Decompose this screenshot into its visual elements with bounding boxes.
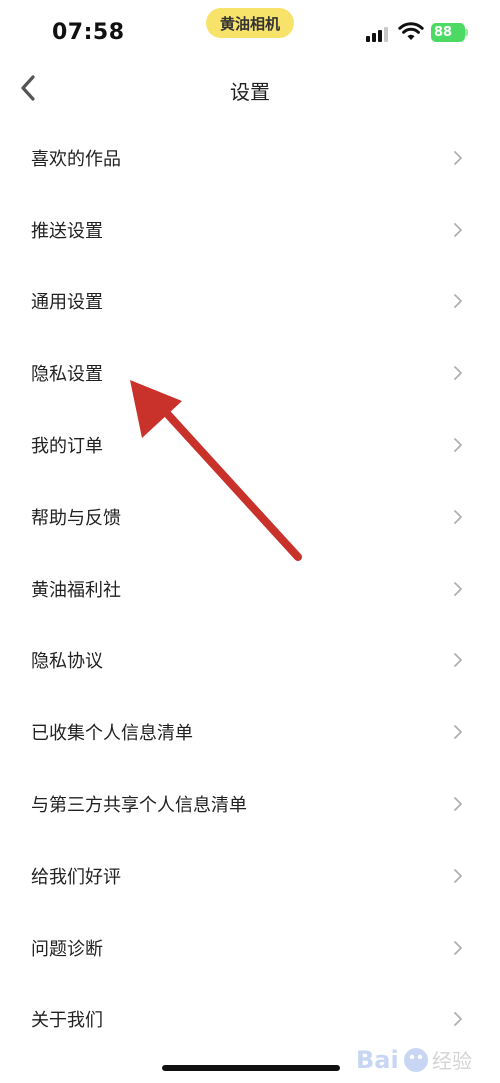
status-time: 07:58 — [52, 20, 125, 45]
settings-item-label: 已收集个人信息清单 — [31, 723, 193, 745]
settings-item-welfare[interactable]: 黄油福利社 — [0, 553, 500, 625]
settings-item-label: 我的订单 — [31, 436, 103, 458]
wifi-icon — [398, 22, 424, 40]
settings-item-label: 推送设置 — [31, 220, 103, 242]
chevron-right-icon — [454, 868, 462, 883]
svg-text:Bai: Bai — [356, 1046, 399, 1074]
settings-item-label: 通用设置 — [31, 292, 103, 314]
cellular-signal-icon — [366, 26, 392, 42]
settings-item-general[interactable]: 通用设置 — [0, 266, 500, 338]
settings-item-rate-us[interactable]: 给我们好评 — [0, 840, 500, 912]
chevron-right-icon — [454, 509, 462, 524]
settings-item-label: 喜欢的作品 — [31, 148, 121, 170]
chevron-right-icon — [454, 150, 462, 165]
chevron-right-icon — [454, 797, 462, 811]
page-title: 设置 — [230, 80, 270, 104]
chevron-right-icon — [454, 940, 462, 955]
settings-list: 喜欢的作品 推送设置 通用设置 隐私设置 我的订单 帮助与反馈 黄油福利社 隐私… — [0, 122, 500, 1055]
settings-item-privacy[interactable]: 隐私设置 — [0, 337, 500, 409]
navigation-bar: 设置 — [0, 62, 500, 116]
settings-item-collected-info[interactable]: 已收集个人信息清单 — [0, 696, 500, 768]
battery-level: 88 — [434, 25, 453, 40]
settings-item-label: 与第三方共享个人信息清单 — [31, 795, 247, 817]
chevron-right-icon — [454, 1012, 462, 1027]
svg-text:经验: 经验 — [432, 1049, 472, 1073]
status-bar: 07:58 黄油相机 88 — [0, 0, 500, 62]
baidu-watermark-icon: Bai 经验 — [356, 1046, 472, 1074]
app-indicator-pill[interactable]: 黄油相机 — [206, 8, 294, 38]
settings-item-diagnostics[interactable]: 问题诊断 — [0, 912, 500, 984]
battery-tip — [465, 29, 468, 36]
chevron-right-icon — [454, 294, 462, 309]
settings-item-third-party-info[interactable]: 与第三方共享个人信息清单 — [0, 768, 500, 840]
settings-item-label: 帮助与反馈 — [31, 507, 121, 529]
settings-item-label: 黄油福利社 — [31, 579, 121, 601]
settings-screen: 07:58 黄油相机 88 设置 喜欢的作品 推送设置 通用设置 隐私设置 我的… — [0, 0, 500, 1083]
settings-item-privacy-policy[interactable]: 隐私协议 — [0, 625, 500, 697]
chevron-right-icon — [454, 653, 462, 668]
battery-charging-icon: 88 — [431, 23, 465, 42]
settings-item-help-feedback[interactable]: 帮助与反馈 — [0, 481, 500, 553]
settings-item-label: 关于我们 — [31, 1010, 103, 1032]
chevron-right-icon — [454, 725, 462, 740]
settings-item-push[interactable]: 推送设置 — [0, 194, 500, 266]
settings-item-favorites[interactable]: 喜欢的作品 — [0, 122, 500, 194]
settings-item-label: 隐私设置 — [31, 364, 103, 386]
chevron-right-icon — [454, 438, 462, 452]
chevron-right-icon — [454, 222, 462, 237]
home-indicator[interactable] — [162, 1065, 340, 1071]
settings-item-label: 隐私协议 — [31, 651, 103, 673]
chevron-right-icon — [454, 581, 462, 596]
settings-item-label: 问题诊断 — [31, 938, 103, 960]
settings-item-label: 给我们好评 — [31, 866, 121, 888]
settings-item-orders[interactable]: 我的订单 — [0, 409, 500, 481]
chevron-right-icon — [454, 366, 462, 381]
